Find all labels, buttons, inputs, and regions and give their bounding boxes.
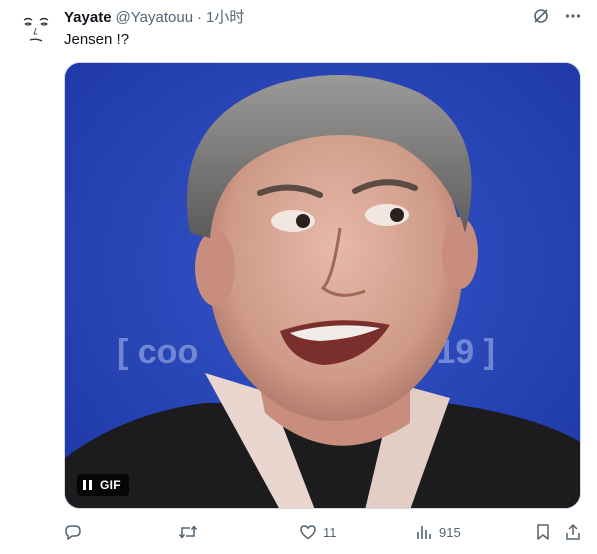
retweet-icon [178, 525, 198, 539]
timestamp[interactable]: 1小时 [206, 8, 244, 28]
gif-frame-image: [ coo -19 ] [65, 63, 580, 508]
background-caption-left: [ coo [117, 333, 198, 371]
gif-media[interactable]: [ coo -19 ] GIF [64, 62, 581, 509]
tweet-actions: 11 915 [64, 520, 584, 544]
display-name[interactable]: Yayate [64, 8, 112, 28]
more-button[interactable] [563, 6, 583, 26]
retweet-button[interactable] [178, 520, 204, 544]
like-button[interactable]: 11 [299, 520, 337, 544]
views-count: 915 [439, 524, 461, 540]
reply-button[interactable] [64, 520, 88, 544]
bookmark-icon [537, 524, 549, 540]
tweet-header: Yayate @Yayatouu · 1小时 [64, 8, 577, 28]
header-actions [531, 6, 583, 26]
heart-icon [300, 525, 316, 540]
avatar-face-icon [23, 17, 49, 42]
tweet: Yayate @Yayatouu · 1小时 Jensen !? [coo -… [0, 0, 597, 554]
gif-label: GIF [100, 478, 121, 492]
tweet-text: Jensen !? [64, 31, 130, 48]
more-icon [565, 14, 581, 18]
bookmark-button[interactable] [534, 520, 552, 544]
reply-icon [65, 525, 81, 540]
pause-icon[interactable] [83, 480, 92, 490]
grok-button[interactable] [531, 6, 551, 26]
share-button[interactable] [564, 520, 582, 544]
separator-dot: · [197, 9, 203, 26]
views-icon [417, 526, 431, 539]
share-icon [566, 523, 580, 540]
like-count: 11 [323, 524, 337, 540]
views-button[interactable]: 915 [415, 520, 461, 544]
user-handle[interactable]: @Yayatouu [116, 8, 194, 28]
gif-badge[interactable]: GIF [77, 474, 129, 496]
avatar[interactable] [18, 8, 58, 48]
grok-icon [534, 9, 548, 23]
